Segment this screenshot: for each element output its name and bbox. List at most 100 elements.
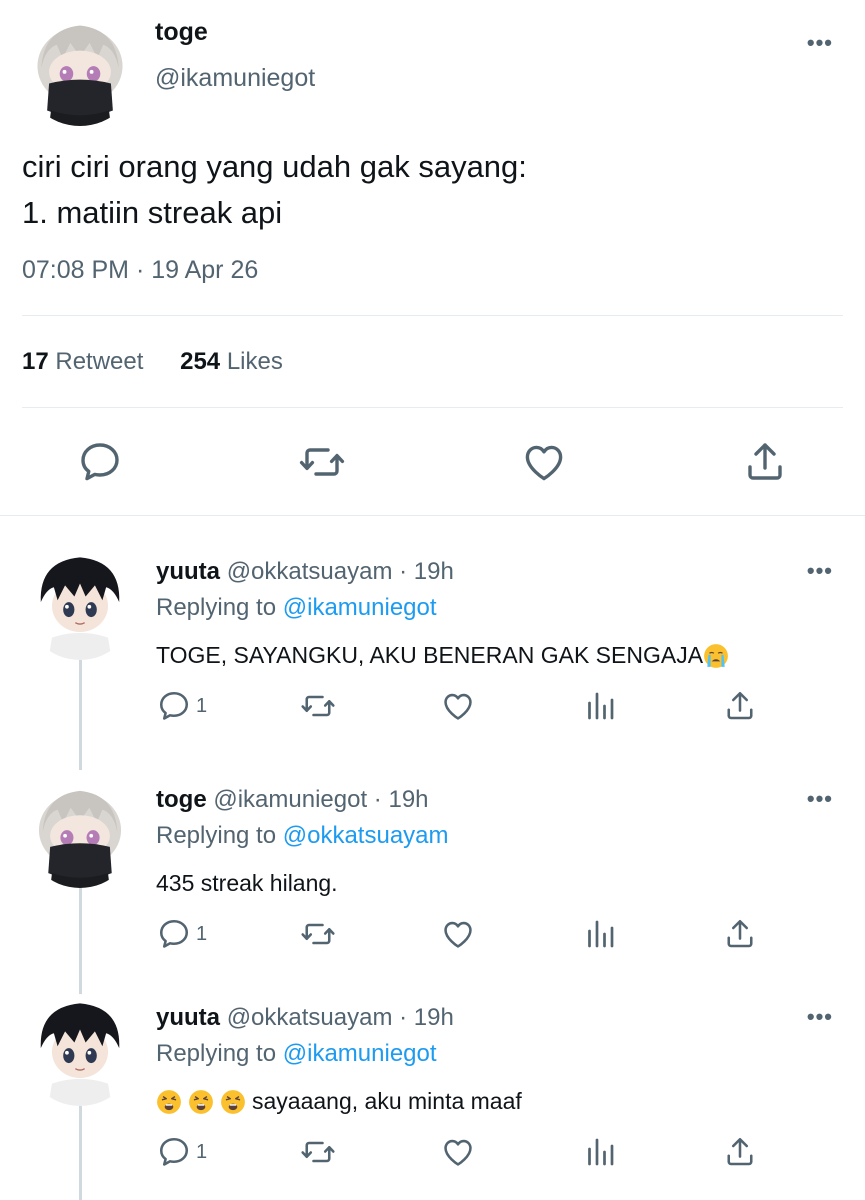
reply-text-content: 435 streak hilang. (156, 870, 338, 896)
retweet-count: 17 (22, 348, 49, 375)
tweet-text: ciri ciri orang yang udah gak sayang: 1.… (22, 149, 527, 230)
replying-to: Replying to @okkatsuayam (156, 822, 449, 850)
retweet-button[interactable] (300, 688, 336, 724)
display-name[interactable]: yuuta (156, 1004, 220, 1031)
tweet-stats: 17 Retweet 254 Likes (22, 348, 313, 376)
share-icon (741, 438, 789, 486)
share-icon (722, 688, 758, 724)
likes-count: 254 (180, 348, 221, 375)
retweet-icon (300, 916, 336, 952)
share-button[interactable] (722, 916, 758, 952)
share-icon (722, 1134, 758, 1170)
views-button[interactable] (582, 1134, 618, 1170)
yuuta-avatar-icon (24, 994, 136, 1106)
retweet-icon (298, 438, 346, 486)
views-icon (582, 1134, 618, 1170)
more-options-icon[interactable]: ••• (807, 560, 833, 582)
retweet-icon (300, 688, 336, 724)
yuuta-avatar-icon (24, 548, 136, 660)
reply-count: 1 (196, 1140, 208, 1163)
toge-avatar-icon (22, 10, 138, 126)
reply-button[interactable] (76, 438, 124, 486)
display-name[interactable]: toge (156, 786, 207, 813)
reply-text: TOGE, SAYANGKU, AKU BENERAN GAK SENGAJA (156, 642, 729, 669)
avatar[interactable] (24, 548, 136, 660)
like-button[interactable] (440, 916, 476, 952)
like-icon (440, 916, 476, 952)
reply-header: yuuta @okkatsuayam · 19h (156, 1004, 454, 1032)
like-button[interactable] (520, 438, 568, 486)
like-icon (440, 688, 476, 724)
like-button[interactable] (440, 1134, 476, 1170)
retweet-stat-label: Retweet (55, 348, 144, 375)
handle[interactable]: @ikamuniegot (155, 64, 315, 93)
handle[interactable]: @okkatsuayam (227, 558, 393, 585)
replying-to-label: Replying to (156, 822, 277, 849)
toge-avatar-icon (24, 776, 136, 888)
reply-button[interactable]: 1 (156, 916, 207, 952)
mention-link[interactable]: @okkatsuayam (283, 822, 449, 849)
reply-header: yuuta @okkatsuayam · 19h (156, 558, 454, 586)
share-button[interactable] (741, 438, 789, 486)
reply-icon (156, 916, 192, 952)
reply-text-content: sayaaang, aku minta maaf (252, 1088, 522, 1114)
separator: · (373, 786, 382, 813)
tweet-age[interactable]: 19h (388, 786, 428, 813)
retweet-button[interactable] (300, 1134, 336, 1170)
reply-text: 435 streak hilang. (156, 870, 338, 897)
replying-to: Replying to @ikamuniegot (156, 1040, 437, 1068)
retweet-button[interactable] (300, 916, 336, 952)
reply-count: 1 (196, 922, 208, 945)
views-icon (582, 916, 618, 952)
mention-link[interactable]: @ikamuniegot (283, 1040, 437, 1067)
more-options-icon[interactable]: ••• (807, 1006, 833, 1028)
reply-count: 1 (196, 694, 208, 717)
avatar[interactable] (24, 776, 136, 888)
reply-button[interactable]: 1 (156, 688, 207, 724)
likes-stat[interactable]: 254 Likes (180, 348, 283, 376)
like-icon (440, 1134, 476, 1170)
replying-to: Replying to @ikamuniegot (156, 594, 437, 622)
retweet-stat[interactable]: 17 Retweet (22, 348, 143, 376)
reply-text-content: TOGE, SAYANGKU, AKU BENERAN GAK SENGAJA (156, 642, 704, 668)
separator: · (399, 558, 408, 585)
views-icon (582, 688, 618, 724)
retweet-button[interactable] (298, 438, 346, 486)
avatar[interactable] (24, 994, 136, 1106)
reply-text: sayaaang, aku minta maaf (156, 1088, 522, 1115)
tweet-age[interactable]: 19h (414, 558, 454, 585)
section-divider (0, 515, 865, 516)
tweet-timestamp[interactable]: 07:08 PM · 19 Apr 26 (22, 256, 258, 285)
reply-action-bar: 1 (0, 916, 865, 956)
like-icon (520, 438, 568, 486)
reply-button[interactable]: 1 (156, 1134, 207, 1170)
reply-icon (76, 438, 124, 486)
like-button[interactable] (440, 688, 476, 724)
views-button[interactable] (582, 688, 618, 724)
loudly-crying-face-icon (703, 643, 729, 669)
more-options-icon[interactable]: ••• (807, 32, 833, 54)
display-name[interactable]: toge (155, 18, 208, 47)
tweet-action-bar (0, 438, 865, 488)
weary-face-icon (220, 1089, 246, 1115)
more-options-icon[interactable]: ••• (807, 788, 833, 810)
replying-to-label: Replying to (156, 594, 277, 621)
reply-action-bar: 1 (0, 688, 865, 728)
mention-link[interactable]: @ikamuniegot (283, 594, 437, 621)
share-button[interactable] (722, 1134, 758, 1170)
weary-face-icon (188, 1089, 214, 1115)
handle[interactable]: @ikamuniegot (213, 786, 367, 813)
display-name[interactable]: yuuta (156, 558, 220, 585)
replying-to-label: Replying to (156, 1040, 277, 1067)
reply-action-bar: 1 (0, 1134, 865, 1174)
tweet-age[interactable]: 19h (414, 1004, 454, 1031)
views-button[interactable] (582, 916, 618, 952)
retweet-icon (300, 1134, 336, 1170)
share-button[interactable] (722, 688, 758, 724)
reply-icon (156, 1134, 192, 1170)
avatar[interactable] (22, 10, 138, 126)
share-icon (722, 916, 758, 952)
weary-face-icon (156, 1089, 182, 1115)
separator: · (399, 1004, 408, 1031)
handle[interactable]: @okkatsuayam (227, 1004, 393, 1031)
